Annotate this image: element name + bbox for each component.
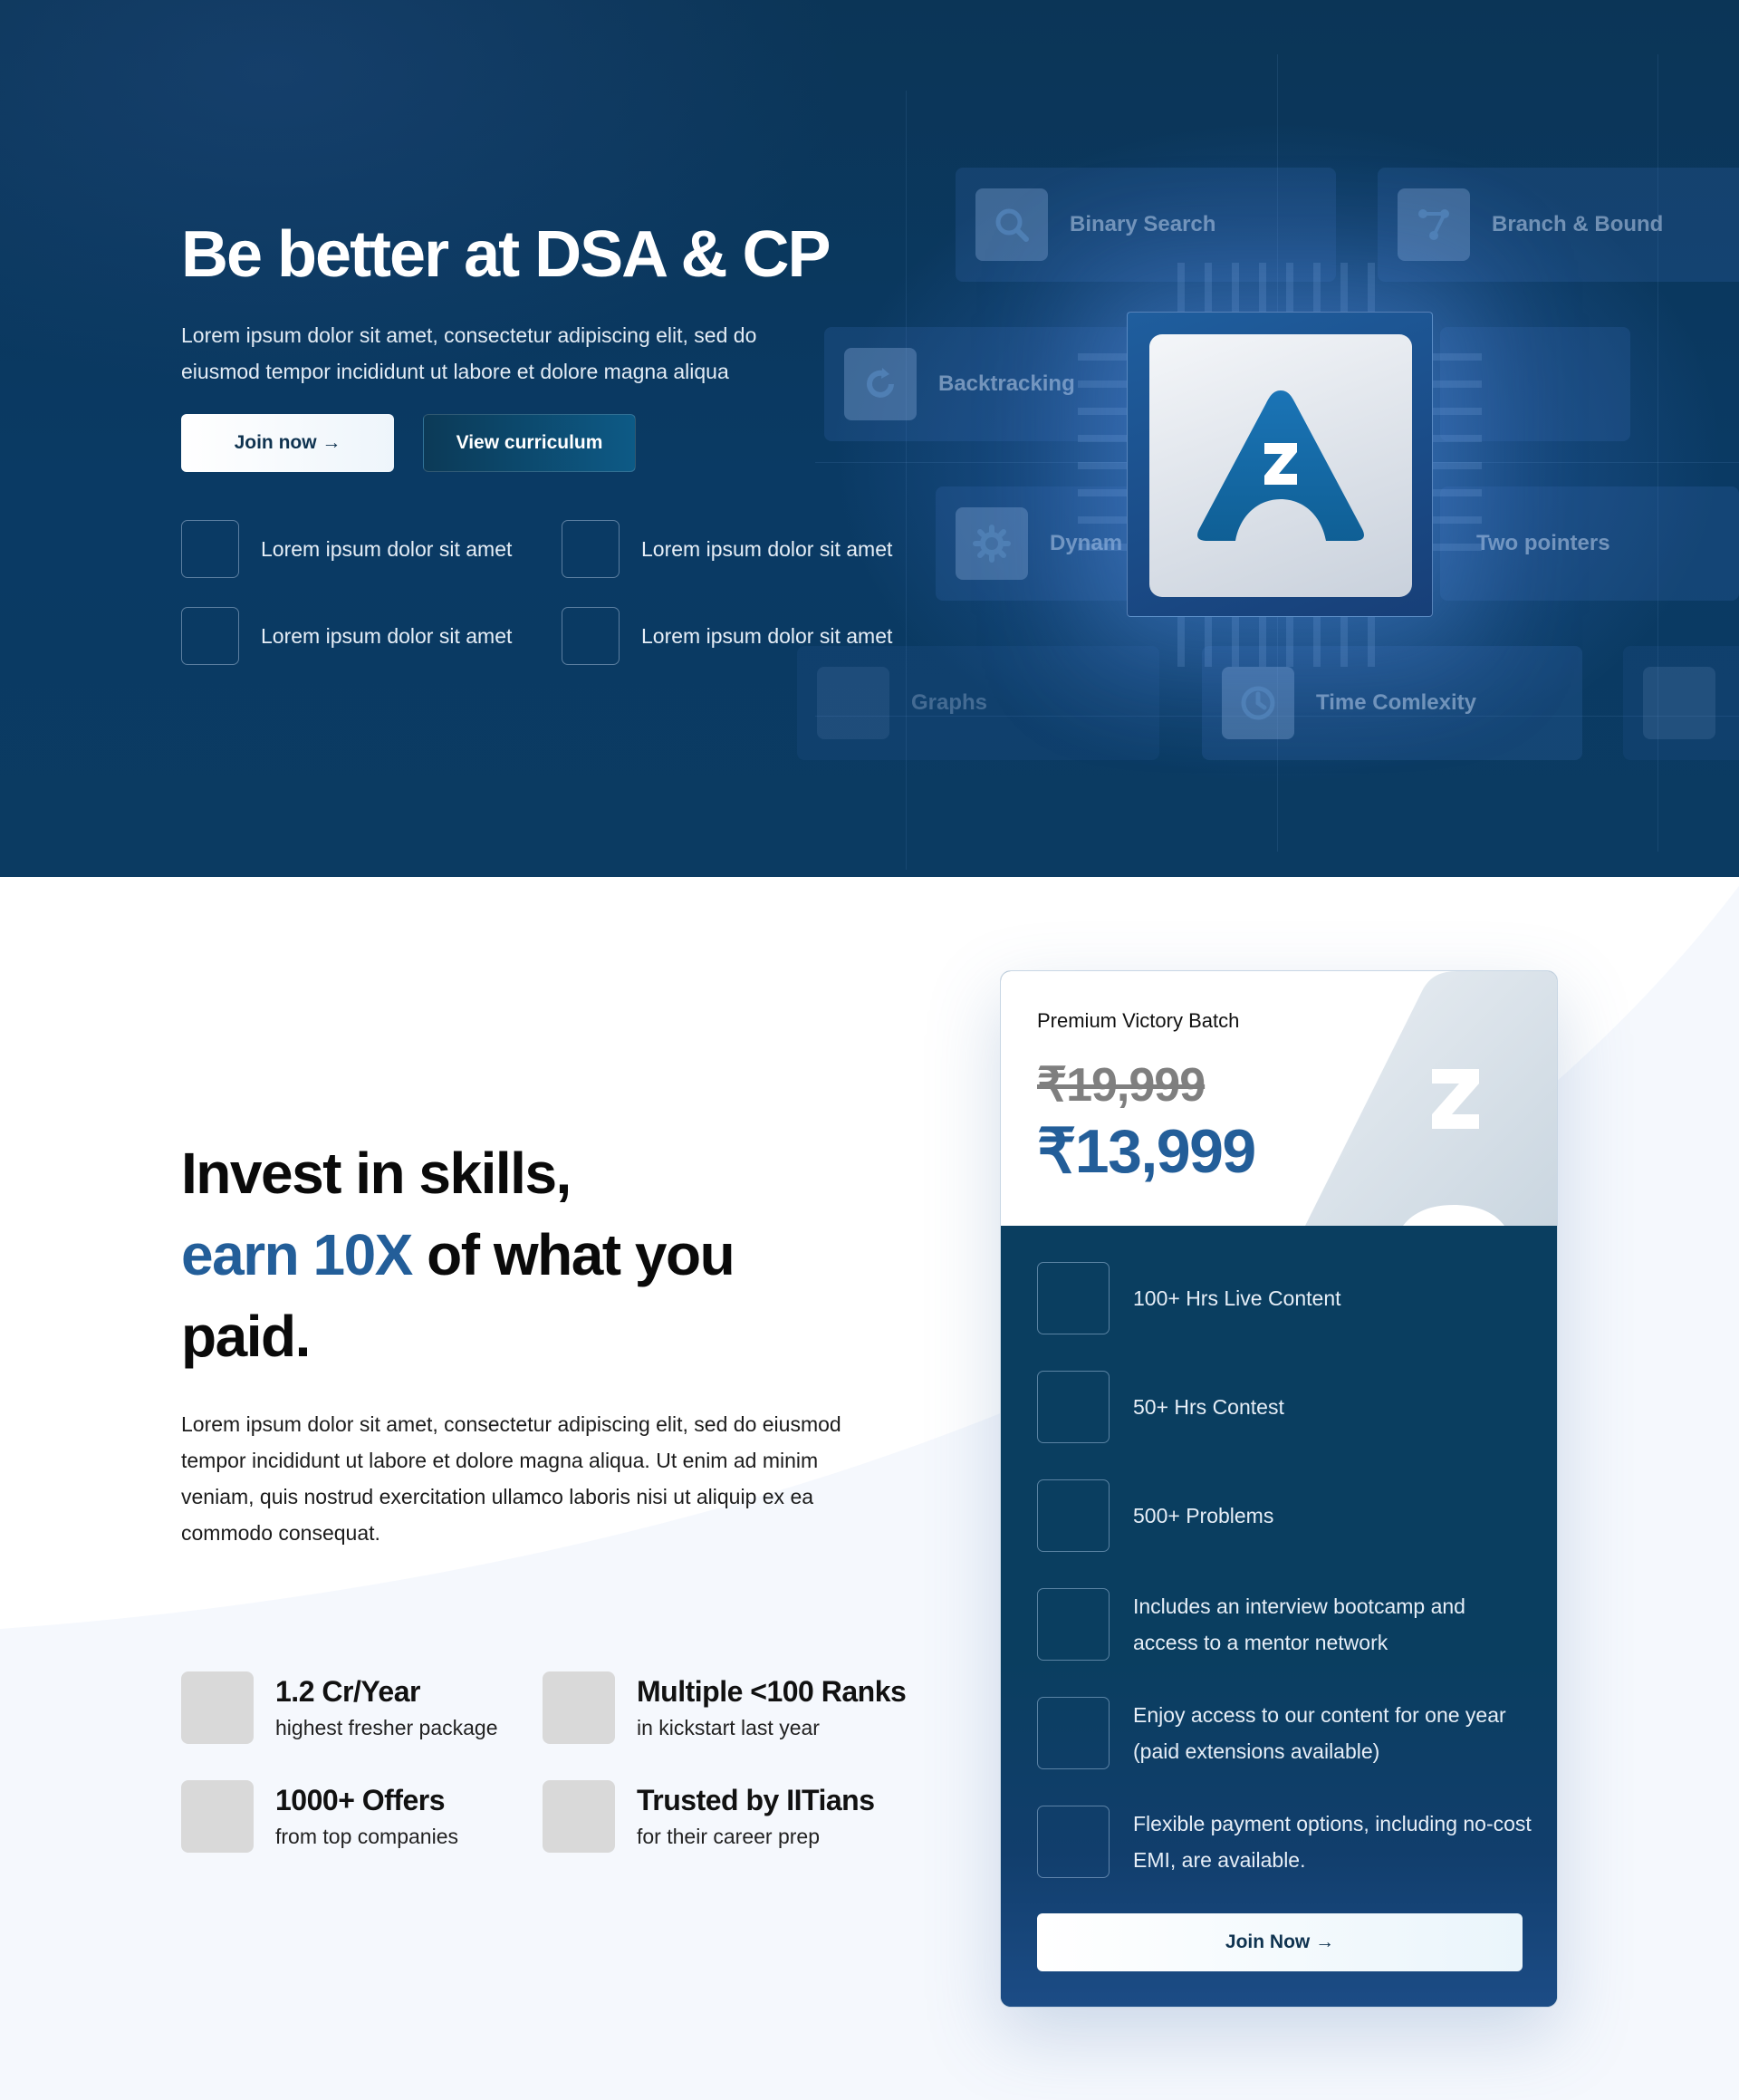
- stat-caption: in kickstart last year: [637, 1716, 820, 1739]
- tile-label: Two pointers: [1476, 531, 1610, 555]
- tile-label: Graphs: [911, 690, 988, 715]
- plan-feature-label: 100+ Hrs Live Content: [1133, 1286, 1341, 1310]
- hero-feature-item: Lorem ipsum dolor sit amet: [181, 607, 512, 665]
- tile-label: Branch & Bound: [1492, 212, 1664, 236]
- plan-feature-label: 500+ Problems: [1133, 1504, 1274, 1527]
- clock-icon: [1222, 667, 1294, 739]
- stat-icon-placeholder: [543, 1780, 615, 1853]
- pricing-card-body: 100+ Hrs Live Content 50+ Hrs Contest 50…: [1001, 1226, 1557, 2007]
- feature-icon-placeholder: [1037, 1371, 1110, 1443]
- hero-subtitle: Lorem ipsum dolor sit amet, consectetur …: [181, 323, 757, 383]
- invest-title-line: of what you: [411, 1222, 735, 1287]
- feature-icon-placeholder: [562, 520, 620, 578]
- feature-icon-placeholder: [181, 520, 239, 578]
- plan-feature-label: 50+ Hrs Contest: [1133, 1395, 1284, 1419]
- stat-item: 1.2 Cr/Year highest fresher package: [181, 1671, 498, 1744]
- feature-icon-placeholder: [1037, 1262, 1110, 1334]
- plan-feature-item: Flexible payment options, including no-c…: [1037, 1806, 1532, 1878]
- plan-feature-item: Enjoy access to our content for one year…: [1037, 1697, 1532, 1769]
- plan-feature-item: 500+ Problems: [1037, 1479, 1532, 1552]
- feature-icon-placeholder: [1037, 1479, 1110, 1552]
- view-curriculum-button[interactable]: View curriculum: [423, 414, 636, 472]
- pricing-card: Premium Victory Batch ₹19,999 ₹13,999 10…: [1000, 970, 1558, 2008]
- plan-name: Premium Victory Batch: [1037, 1009, 1240, 1032]
- pricing-card-header: Premium Victory Batch ₹19,999 ₹13,999: [1001, 971, 1557, 1226]
- plan-feature-item: 50+ Hrs Contest: [1037, 1371, 1532, 1443]
- plan-feature-item: 100+ Hrs Live Content: [1037, 1262, 1532, 1334]
- search-icon: [975, 188, 1048, 261]
- card-join-now-button[interactable]: Join Now →: [1037, 1913, 1523, 1971]
- feature-icon-placeholder: [1037, 1588, 1110, 1661]
- tile-icon: [1643, 667, 1715, 739]
- feature-icon-placeholder: [1037, 1697, 1110, 1769]
- plan-feature-label: Flexible payment options, including no-c…: [1133, 1812, 1532, 1872]
- feature-label: Lorem ipsum dolor sit amet: [641, 623, 893, 648]
- tile-label: Time Comlexity: [1316, 690, 1476, 715]
- invest-title-line: Invest in skills,: [181, 1141, 572, 1206]
- discounted-price: ₹13,999: [1037, 1117, 1256, 1186]
- tile-label: Backtracking: [938, 371, 1075, 396]
- stat-caption: highest fresher package: [275, 1716, 498, 1739]
- hero-section: Binary Search Branch & Bound Backtrackin…: [0, 0, 1739, 877]
- join-now-button[interactable]: Join now →: [181, 414, 394, 472]
- refresh-icon: [844, 348, 917, 420]
- graph-icon: [817, 667, 889, 739]
- stat-item: Trusted by IITians for their career prep: [543, 1780, 875, 1853]
- invest-title-accent: earn 10X: [181, 1222, 413, 1287]
- stat-caption: for their career prep: [637, 1825, 820, 1848]
- tile-branch-bound: Branch & Bound: [1378, 168, 1739, 282]
- stat-value: 1000+ Offers: [275, 1784, 446, 1816]
- plan-feature-label: Enjoy access to our content for one year…: [1133, 1703, 1506, 1763]
- hero-feature-item: Lorem ipsum dolor sit amet: [562, 520, 892, 578]
- invest-title: Invest in skills, earn 10X of what you p…: [181, 1132, 870, 1377]
- stat-icon-placeholder: [543, 1671, 615, 1744]
- stat-value: 1.2 Cr/Year: [275, 1675, 420, 1708]
- tile-label: Binary Search: [1070, 212, 1216, 236]
- brand-logo-icon: [1197, 390, 1364, 541]
- invest-body: Lorem ipsum dolor sit amet, consectetur …: [181, 1412, 841, 1545]
- original-price: ₹19,999: [1037, 1059, 1206, 1112]
- stat-icon-placeholder: [181, 1780, 254, 1853]
- feature-label: Lorem ipsum dolor sit amet: [641, 536, 893, 561]
- feature-label: Lorem ipsum dolor sit amet: [261, 623, 513, 648]
- hero-feature-item: Lorem ipsum dolor sit amet: [562, 607, 892, 665]
- branch-icon: [1398, 188, 1470, 261]
- feature-icon-placeholder: [562, 607, 620, 665]
- stat-item: Multiple <100 Ranks in kickstart last ye…: [543, 1671, 907, 1744]
- stat-icon-placeholder: [181, 1671, 254, 1744]
- feature-label: Lorem ipsum dolor sit amet: [261, 536, 513, 561]
- tile-two-pointers: Two pointers: [1440, 486, 1739, 601]
- plan-feature-label: Includes an interview bootcamp and acces…: [1133, 1594, 1465, 1654]
- stat-item: 1000+ Offers from top companies: [181, 1780, 458, 1853]
- stat-value: Trusted by IITians: [637, 1784, 875, 1816]
- feature-icon-placeholder: [181, 607, 239, 665]
- feature-icon-placeholder: [1037, 1806, 1110, 1878]
- gear-icon: [956, 507, 1028, 580]
- stat-value: Multiple <100 Ranks: [637, 1675, 907, 1708]
- plan-feature-item: Includes an interview bootcamp and acces…: [1037, 1588, 1532, 1661]
- logo-chip: [1127, 312, 1433, 617]
- hero-feature-item: Lorem ipsum dolor sit amet: [181, 520, 512, 578]
- hero-title: Be better at DSA & CP: [181, 218, 831, 291]
- invest-title-line: paid.: [181, 1304, 311, 1369]
- brand-watermark-icon: [1305, 971, 1557, 1226]
- tile-partial: [1623, 646, 1739, 760]
- tile-binary-search: Binary Search: [956, 168, 1336, 282]
- logo-tile: [1149, 334, 1412, 597]
- stat-caption: from top companies: [275, 1825, 458, 1848]
